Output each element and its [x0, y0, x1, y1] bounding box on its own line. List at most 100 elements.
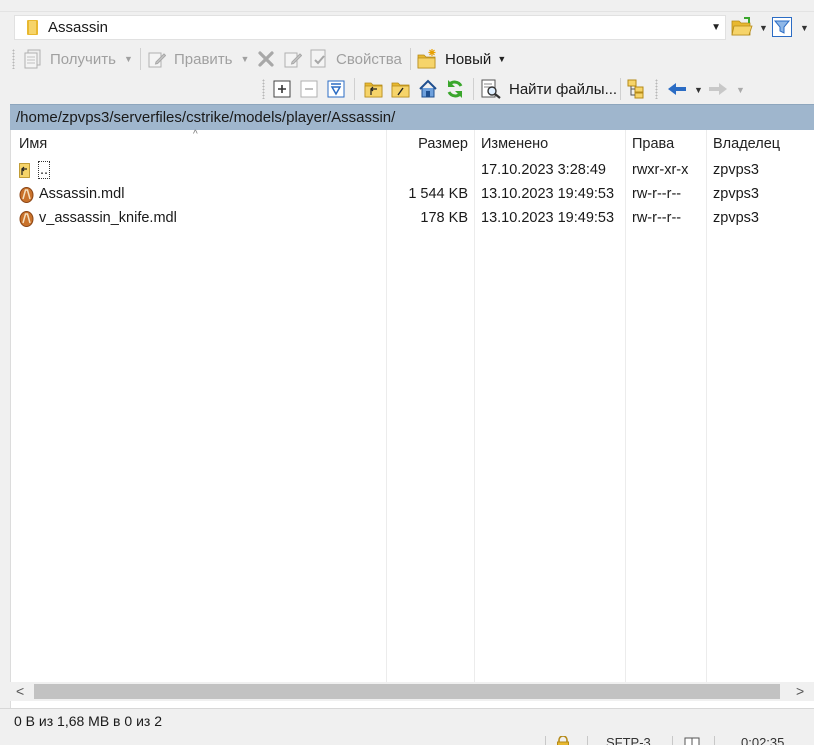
column-header-name[interactable]: Имя — [19, 136, 47, 152]
chevron-down-icon[interactable]: ▼ — [759, 23, 768, 33]
status-divider — [714, 736, 715, 745]
scroll-left-icon[interactable]: < — [16, 683, 24, 699]
column-header-modified[interactable]: Изменено — [481, 136, 548, 152]
table-row[interactable]: Assassin.mdl 1 544 KB 13.10.2023 19:49:5… — [11, 183, 814, 207]
refresh-button[interactable] — [445, 79, 465, 99]
edit-button-label: Править — [174, 50, 233, 68]
path-combo[interactable]: Assassin ▼ — [14, 15, 726, 40]
filter-icon — [772, 17, 792, 37]
root-folder-icon — [391, 82, 410, 98]
file-name: v_assassin_knife.mdl — [39, 210, 177, 226]
properties-button-label: Свойства — [336, 50, 402, 68]
rename-icon — [284, 52, 302, 68]
parent-folder-icon — [19, 163, 30, 178]
find-files-label: Найти файлы... — [509, 80, 618, 98]
toolbar-grip[interactable] — [655, 79, 658, 99]
file-name: .. — [37, 161, 51, 179]
toolbar-grip[interactable] — [262, 79, 265, 99]
filter-button[interactable] — [772, 17, 792, 37]
status-bar: 0 B из 1,68 MB в 0 из 2 SFTP-3 0:02:35 — [0, 708, 814, 745]
edit-button[interactable]: Править ▼ — [148, 48, 249, 70]
status-divider — [672, 736, 673, 745]
properties-icon — [310, 49, 326, 68]
arrow-left-icon — [668, 83, 686, 95]
get-button-label: Получить — [50, 50, 116, 68]
edit-icon — [148, 52, 166, 68]
chevron-down-icon[interactable]: ▼ — [694, 85, 703, 95]
file-rights: rw-r--r-- — [632, 210, 682, 226]
status-divider — [587, 736, 588, 745]
file-list[interactable]: ^ Имя Размер Изменено Права Владелец .. … — [10, 129, 814, 708]
file-owner: zpvps3 — [713, 162, 759, 178]
open-folder-icon — [731, 17, 753, 36]
session-time: 0:02:35 — [741, 735, 785, 745]
parent-folder-icon — [364, 82, 383, 98]
parent-directory-button[interactable] — [364, 79, 384, 99]
file-rights: rw-r--r-- — [632, 186, 682, 202]
mdl-file-icon — [19, 211, 34, 227]
new-folder-icon — [417, 49, 436, 69]
get-button[interactable]: Получить ▼ — [24, 48, 133, 70]
window-top-edge — [0, 0, 814, 12]
expand-button[interactable] — [272, 79, 292, 99]
chevron-down-icon[interactable]: ▼ — [800, 23, 809, 33]
plus-box-icon — [273, 80, 291, 98]
rename-button[interactable] — [283, 49, 303, 69]
new-button-label: Новый — [445, 50, 492, 68]
selection-status: 0 B из 1,68 MB в 0 из 2 — [14, 713, 162, 729]
chevron-down-icon[interactable]: ▼ — [736, 85, 745, 95]
delete-button[interactable] — [256, 49, 276, 69]
lock-icon[interactable] — [556, 736, 570, 745]
column-header-owner[interactable]: Владелец — [713, 136, 780, 152]
properties-button[interactable]: Свойства — [310, 48, 402, 70]
collapse-button[interactable] — [299, 79, 319, 99]
file-owner: zpvps3 — [713, 210, 759, 226]
open-folder-button[interactable] — [731, 16, 753, 38]
minus-box-icon — [300, 80, 318, 98]
select-filter-button[interactable] — [326, 79, 346, 99]
chevron-down-icon[interactable]: ▼ — [711, 22, 721, 33]
path-combo-row: Assassin ▼ ▼ ▼ — [0, 12, 814, 44]
table-row[interactable]: .. 17.10.2023 3:28:49 rwxr-xr-x zpvps3 — [11, 159, 814, 183]
chevron-down-icon[interactable]: ▼ — [124, 54, 133, 64]
file-modified: 13.10.2023 19:49:53 — [481, 186, 615, 202]
back-button[interactable] — [666, 79, 688, 99]
horizontal-scrollbar[interactable]: < > — [10, 682, 814, 701]
chevron-down-icon[interactable]: ▼ — [241, 54, 250, 64]
download-icon — [24, 49, 41, 69]
table-row[interactable]: v_assassin_knife.mdl 178 KB 13.10.2023 1… — [11, 207, 814, 231]
root-directory-button[interactable] — [391, 79, 411, 99]
tree-icon — [627, 79, 644, 99]
toolbar-separator — [473, 78, 474, 100]
file-list-header: ^ Имя Размер Изменено Права Владелец — [11, 129, 814, 158]
transfer-queue-icon[interactable] — [684, 737, 700, 745]
find-files-icon — [481, 79, 501, 99]
chevron-down-icon[interactable]: ▼ — [497, 54, 506, 64]
path-combo-value: Assassin — [48, 19, 109, 36]
sort-ascending-icon: ^ — [193, 129, 198, 140]
home-button[interactable] — [418, 79, 438, 99]
folder-icon — [27, 20, 38, 35]
status-divider — [545, 736, 546, 745]
scroll-right-icon[interactable]: > — [796, 683, 804, 699]
scrollbar-thumb[interactable] — [34, 684, 780, 699]
toolbar-separator — [620, 78, 621, 100]
current-path-bar[interactable]: /home/zpvps3/serverfiles/cstrike/models/… — [10, 104, 814, 130]
toolbar-grip[interactable] — [12, 49, 15, 69]
file-size: 178 KB — [420, 210, 468, 226]
file-modified: 13.10.2023 19:49:53 — [481, 210, 615, 226]
tree-view-button[interactable] — [627, 79, 647, 99]
file-size: 1 544 KB — [408, 186, 468, 202]
new-button[interactable]: Новый ▼ — [417, 48, 506, 70]
file-rights: rwxr-xr-x — [632, 162, 689, 178]
home-icon — [419, 79, 437, 98]
forward-button[interactable] — [707, 79, 729, 99]
column-header-rights[interactable]: Права — [632, 136, 674, 152]
find-files-button[interactable]: Найти файлы... — [481, 78, 617, 100]
column-header-size[interactable]: Размер — [395, 136, 468, 152]
toolbar-separator — [410, 48, 411, 70]
file-name: Assassin.mdl — [39, 186, 125, 202]
delete-icon — [258, 51, 274, 67]
file-modified: 17.10.2023 3:28:49 — [481, 162, 606, 178]
arrow-right-icon — [709, 83, 727, 95]
